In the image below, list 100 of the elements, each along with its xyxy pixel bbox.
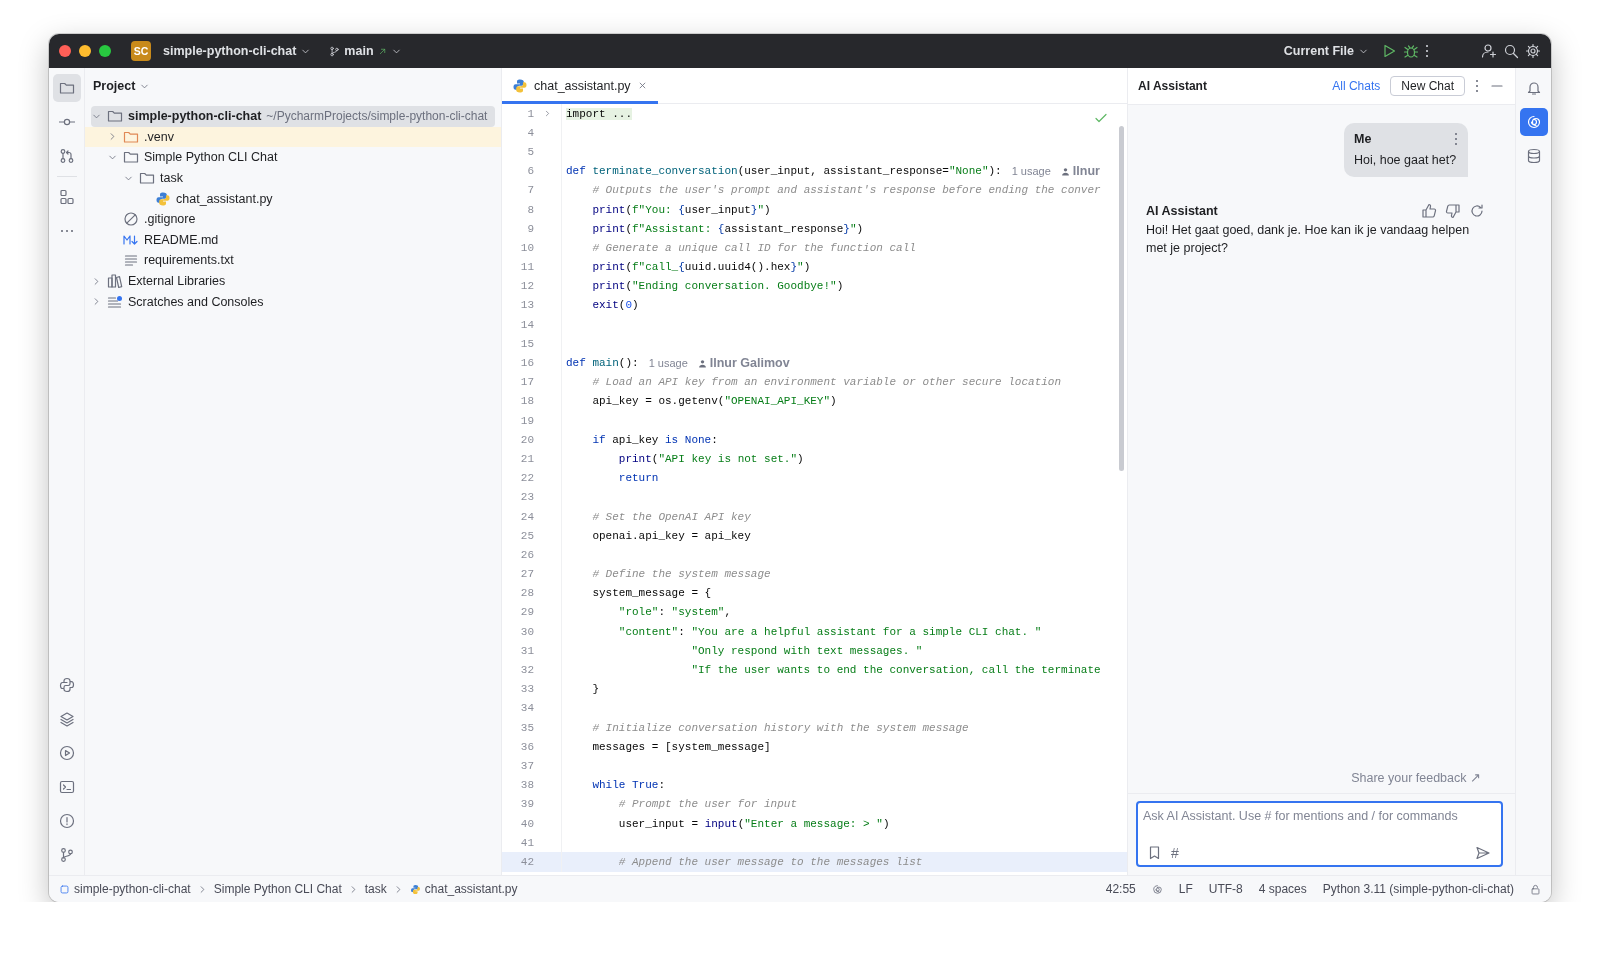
tree-row[interactable]: Scratches and Consoles [91,291,495,312]
usages-hint[interactable]: 1 usage [648,357,688,370]
arrow-up-right-icon [377,46,387,56]
line-number: 17 [519,376,534,389]
fold-chevron-icon[interactable] [543,109,552,119]
code-line: # Prompt the user for input [618,798,798,811]
tree-row[interactable]: Simple Python CLI Chat [91,147,495,168]
lock-icon[interactable] [1530,883,1541,895]
line-number: 39 [519,798,534,811]
author-hint[interactable]: Ilnur [1072,164,1100,179]
run-configuration-dropdown[interactable]: Current File [1277,40,1375,62]
project-badge: SC [131,41,151,61]
line-number: 22 [519,472,534,485]
folder-icon [107,108,123,125]
code-line: def terminate_conversation(user_input, assistant_response="None"): [566,165,1002,178]
more-icon[interactable] [1425,43,1429,59]
python-interpreter[interactable]: Python 3.11 (simple-python-cli-chat) [1322,882,1514,896]
tree-row[interactable]: README.md [91,229,495,251]
tool-window-button[interactable] [1519,108,1548,136]
line-number: 21 [519,452,534,465]
layers-icon [58,711,75,727]
breadcrumb[interactable]: chat_assistant.py [409,882,518,896]
line-number: 42 [519,855,534,868]
folder-icon [139,170,155,187]
code-line: system_message = { [592,587,712,600]
tree-row[interactable]: chat_assistant.py [91,188,495,209]
code-line: return [618,472,659,485]
new-chat-button[interactable]: New Chat [1390,76,1465,96]
cursor-position[interactable]: 42:55 [1105,882,1136,896]
tree-row[interactable]: simple-python-cli-chat ~/PycharmProjects/simple-python-cli-chat [91,106,495,127]
tree-row[interactable]: External Libraries [91,270,495,292]
tree-item-label: .venv [144,129,174,144]
code-line: print("Ending conversation. Goodbye!") [592,280,844,293]
python-icon [58,677,75,693]
message-author: Me [1354,132,1372,146]
line-ending[interactable]: LF [1178,882,1193,896]
breadcrumb[interactable]: task [364,882,387,896]
send-icon[interactable] [1475,845,1491,861]
code-line: # Outputs the user's prompt and assistant's response before ending the conver [592,184,1101,197]
scrollbar-thumb[interactable] [1119,126,1124,471]
tree-row[interactable]: .venv [85,126,501,148]
project-switcher[interactable]: simple-python-cli-chat [157,40,318,62]
line-number: 33 [519,683,534,696]
code-line: if api_key is None: [592,433,718,446]
tool-window-button[interactable] [52,74,81,102]
code-line: } [592,683,599,696]
line-number: 31 [519,644,534,657]
editor-tab[interactable]: chat_assistant.py [502,68,658,103]
debug-icon[interactable] [1403,43,1419,59]
tree-row[interactable]: requirements.txt [91,250,495,271]
close-window-button[interactable] [59,45,71,57]
line-number: 8 [526,203,534,216]
add-user-icon[interactable] [1481,43,1497,59]
file-encoding[interactable]: UTF-8 [1208,882,1243,896]
tree-item-label: task [160,171,183,186]
search-icon[interactable] [1503,43,1519,59]
panel-title: AI Assistant [1138,79,1208,93]
thumbs-up-icon[interactable] [1421,203,1437,219]
python-icon [409,883,421,895]
line-number: 26 [519,548,534,561]
code-line: print("API key is not set.") [618,452,804,465]
chat-input-field[interactable]: Ask AI Assistant. Use # for mentions and / for commands # [1136,801,1503,867]
folder-icon [58,80,75,96]
folder-icon [123,149,139,166]
zoom-window-button[interactable] [99,45,111,57]
minimize-window-button[interactable] [79,45,91,57]
squares-icon [58,189,75,205]
slashed-circle-icon [123,211,139,228]
code-line: # Define the system message [592,568,771,581]
indent-setting[interactable]: 4 spaces [1258,882,1307,896]
feedback-link[interactable]: Share your feedback ↗ [1351,770,1515,793]
all-chats-link[interactable]: All Chats [1332,79,1381,93]
author-hint[interactable]: Ilnur Galimov [709,356,790,371]
panel-title-dropdown[interactable]: Project [93,79,151,93]
breadcrumb[interactable]: simple-python-cli-chat [59,882,191,896]
refresh-icon[interactable] [1469,203,1485,219]
project-path: ~/PycharmProjects/simple-python-cli-chat [266,109,489,124]
run-icon[interactable] [1381,43,1397,59]
code-line: print(f"call_{uuid.uuid4().hex}") [592,261,811,274]
settings-icon[interactable] [1525,43,1541,59]
branch-switcher[interactable]: main [323,40,408,62]
tree-row[interactable]: .gitignore [91,208,495,230]
mention-button[interactable]: # [1171,845,1179,861]
tree-item-label: .gitignore [144,212,196,227]
spiral-icon[interactable] [1151,883,1163,895]
more-icon[interactable] [1475,78,1479,94]
code-line: "role": "system", [618,606,732,619]
code-line: def main(): [566,357,639,370]
more-icon [58,229,75,233]
usages-hint[interactable]: 1 usage [1011,165,1051,178]
bell-icon [1525,80,1542,96]
breadcrumb[interactable]: Simple Python CLI Chat [213,882,342,896]
library-icon [107,273,123,290]
line-number: 29 [519,606,534,619]
line-number: 1 [526,107,534,120]
thumbs-down-icon[interactable] [1445,203,1461,219]
line-number: 6 [526,165,534,178]
code-line: print(f"Assistant: {assistant_response}") [592,222,864,235]
code-line: messages = [system_message] [592,740,771,753]
tree-row[interactable]: task [91,167,495,189]
